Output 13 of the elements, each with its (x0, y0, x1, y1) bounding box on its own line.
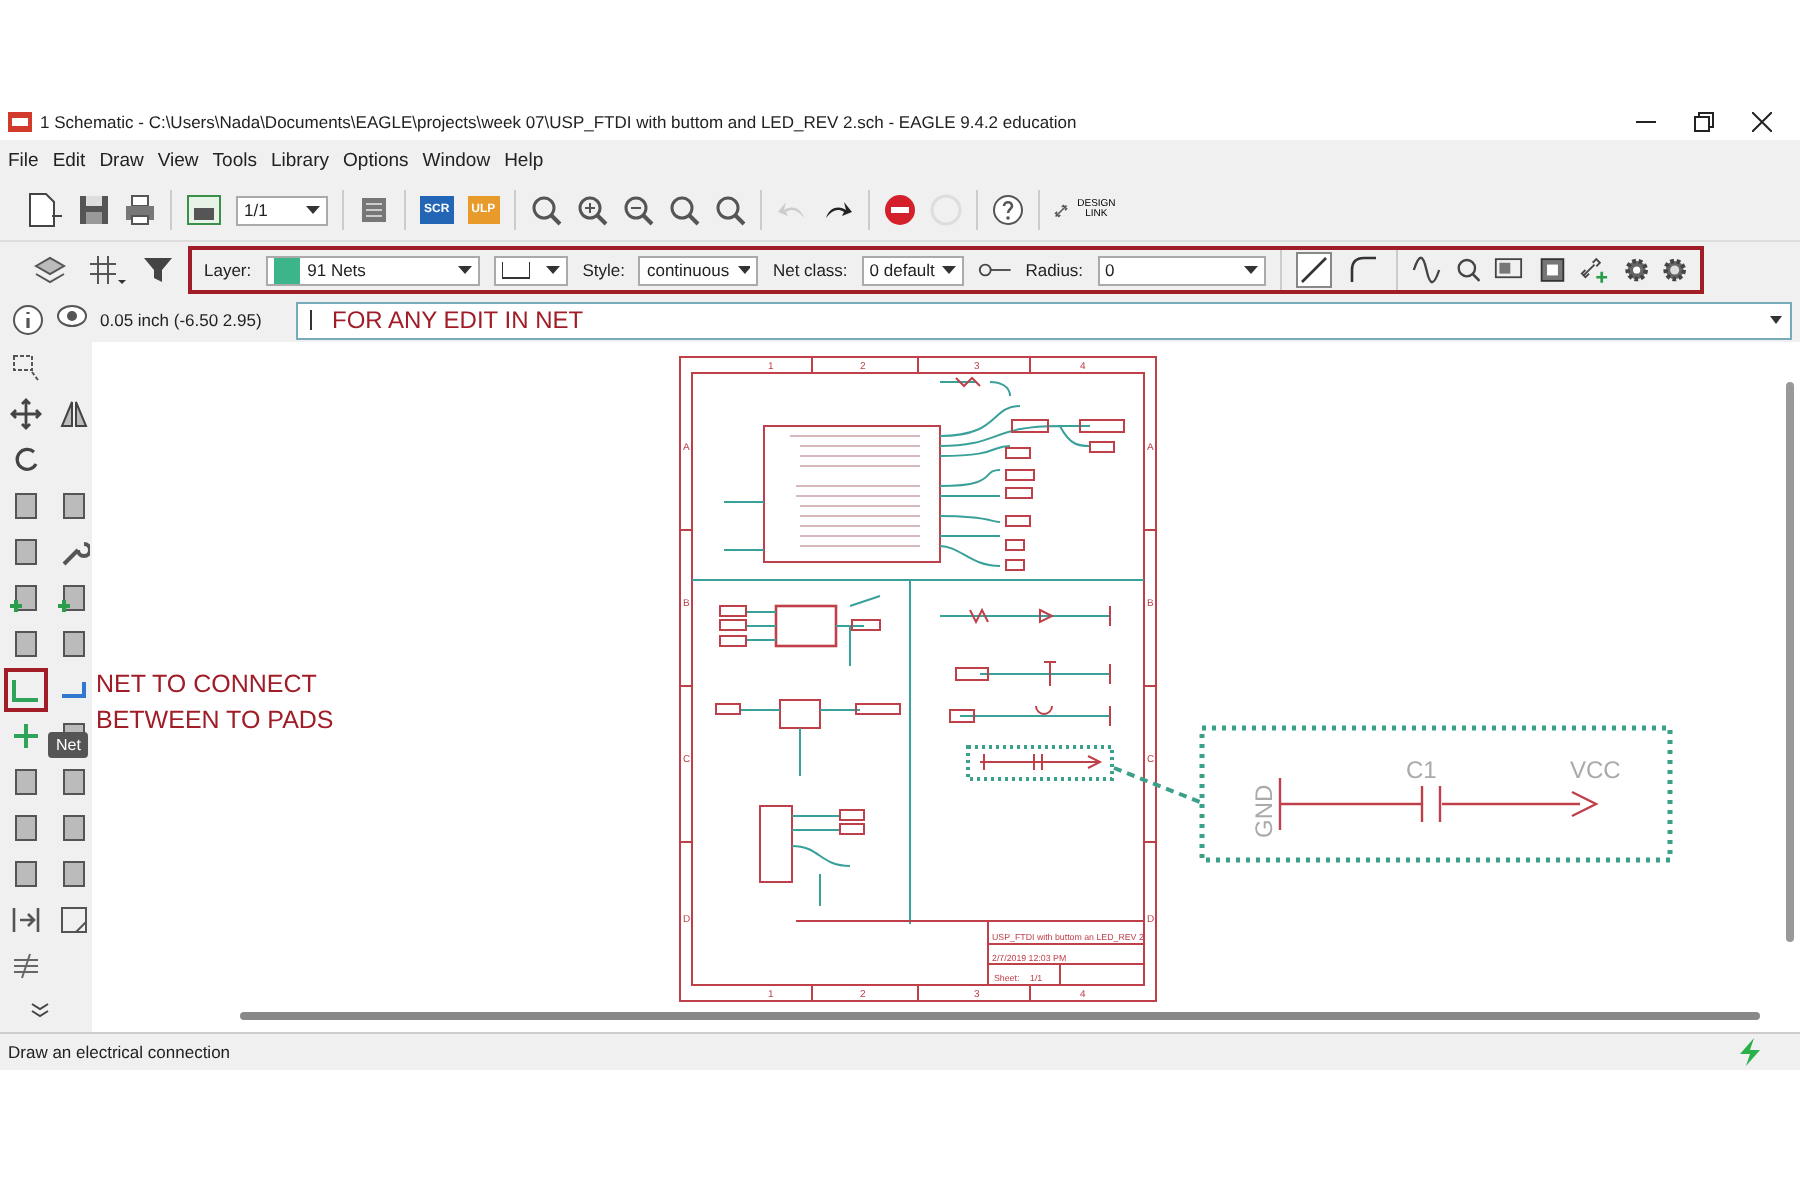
style-label: Style: (582, 260, 625, 280)
coordinate-readout: 0.05 inch (-6.50 2.95) (98, 310, 264, 330)
radius-label: Radius: (1025, 260, 1084, 280)
status-text: Draw an electrical connection (8, 1042, 231, 1062)
tooltip: Net (48, 732, 89, 758)
annotation-text: FOR ANY EDIT IN NET (332, 306, 584, 334)
component-label: C1 (1406, 756, 1437, 784)
ground-label: GND (1250, 784, 1278, 838)
supply-label: VCC (1570, 756, 1621, 784)
net-class-label: Net class: (772, 260, 848, 280)
window-title: 1 Schematic - C:\Users\Nada\Documents\EAGLE\projects\week 07\USP_FTDI with buttom and LED_REV 2.sch - EAGLE 9.4.2 education (40, 112, 1079, 132)
annotation-text: NET TO CONNECT BETWEEN TO PADS (96, 668, 336, 739)
layer-label: Layer: (204, 260, 252, 280)
